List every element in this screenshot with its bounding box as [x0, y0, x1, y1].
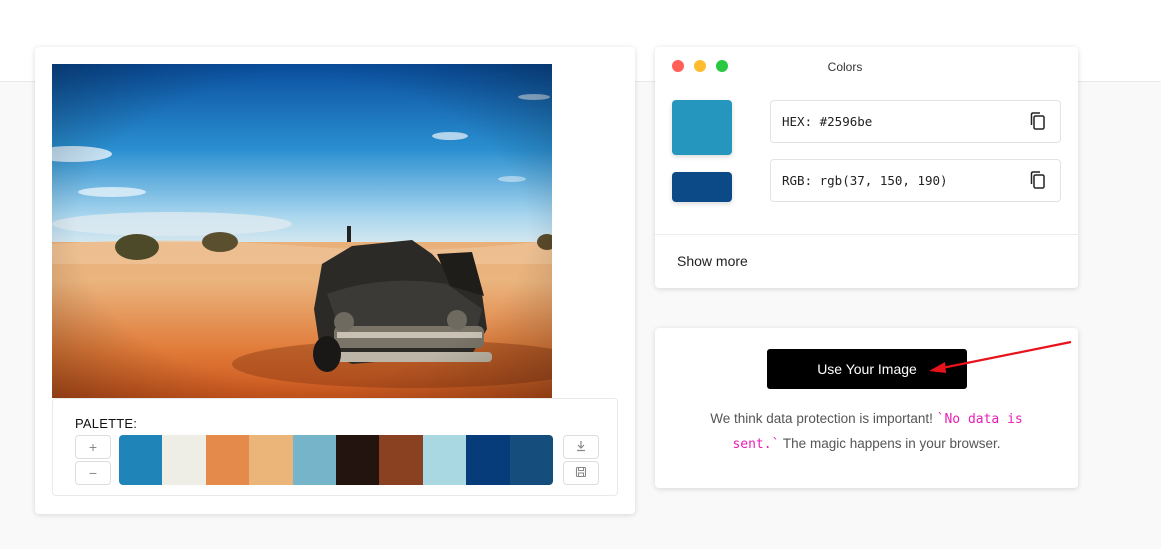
palette-title: PALETTE:: [75, 416, 138, 431]
secondary-color-swatch[interactable]: [672, 172, 732, 202]
palette-swatch[interactable]: [336, 435, 380, 485]
add-color-button[interactable]: +: [75, 435, 111, 459]
annotation-arrow-icon: [929, 340, 1072, 373]
window-title: Colors: [827, 60, 863, 74]
palette-swatch[interactable]: [205, 435, 250, 485]
copy-rgb-icon[interactable]: [1028, 170, 1048, 192]
remove-color-button[interactable]: −: [75, 461, 111, 485]
source-photo: [52, 64, 552, 398]
palette-swatch[interactable]: [292, 435, 337, 485]
primary-color-swatch[interactable]: [672, 100, 732, 155]
palette-swatches: [119, 435, 553, 485]
palette-swatch[interactable]: [162, 435, 206, 485]
rgb-field: RGB: rgb(37, 150, 190): [770, 159, 1061, 202]
palette-swatch[interactable]: [509, 435, 553, 485]
palette-swatch[interactable]: [422, 435, 467, 485]
palette-swatch[interactable]: [119, 435, 163, 485]
save-button[interactable]: [563, 461, 599, 485]
hex-field: HEX: #2596be: [770, 100, 1061, 143]
palette-swatch[interactable]: [466, 435, 510, 485]
palette-swatch[interactable]: [249, 435, 293, 485]
show-more-link[interactable]: Show more: [677, 253, 748, 269]
colors-window: Colors HEX: #2596be RGB: rgb(37, 150, 19…: [655, 47, 1078, 288]
privacy-note: We think data protection is important! `…: [685, 407, 1048, 457]
privacy-note-end: The magic happens in your browser.: [779, 436, 1001, 451]
palette-swatch[interactable]: [379, 435, 423, 485]
save-icon: [575, 465, 587, 481]
privacy-note-text: We think data protection is important!: [710, 411, 937, 426]
download-button[interactable]: [563, 435, 599, 459]
copy-hex-icon[interactable]: [1028, 111, 1048, 133]
download-icon: [575, 439, 587, 455]
divider: [655, 234, 1078, 235]
hex-value: HEX: #2596be: [782, 114, 873, 129]
palette-panel: PALETTE: + −: [52, 398, 618, 496]
rgb-value: RGB: rgb(37, 150, 190): [782, 173, 948, 188]
image-palette-card: PALETTE: + −: [35, 47, 635, 514]
